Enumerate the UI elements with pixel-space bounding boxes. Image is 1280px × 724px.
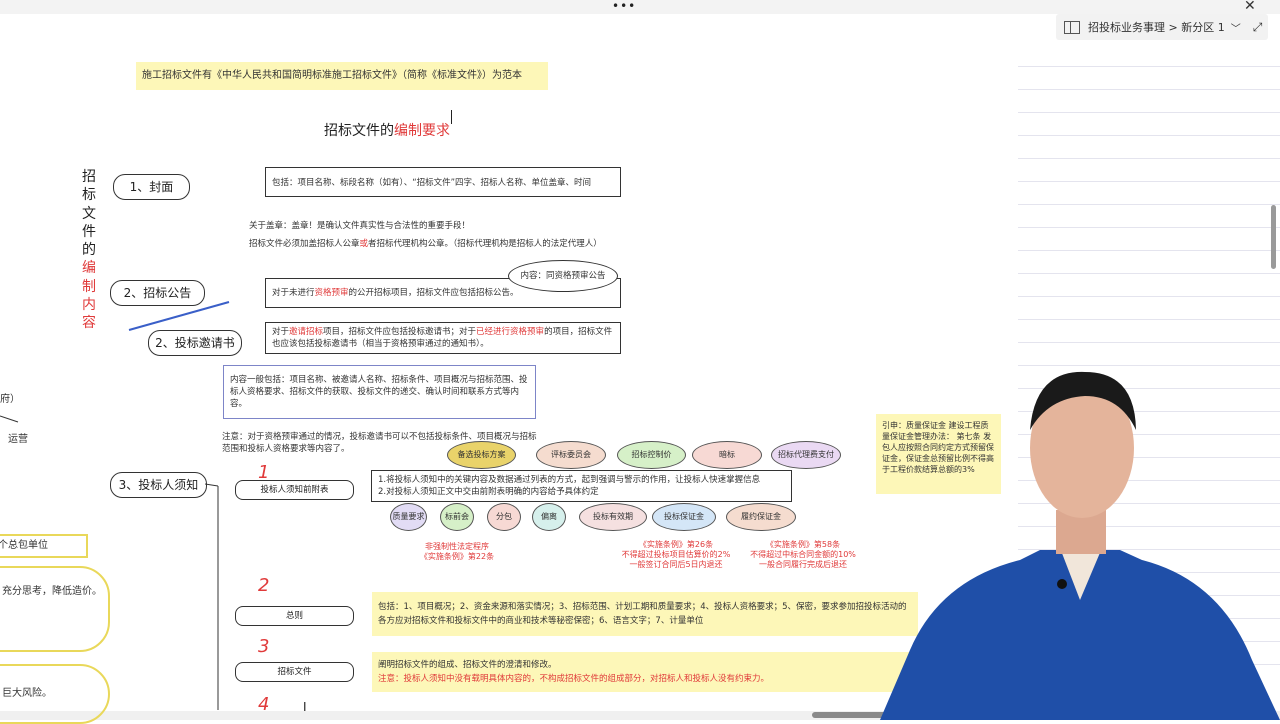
appendix-note-2: 2.对投标人须知正文中交由前附表明确的内容给予具体约定 (378, 487, 599, 497)
docs-note: 注意：投标人须知中没有载明具体内容的，不构成招标文件的组成部分，对招标人和投标人… (378, 674, 770, 684)
docs-content-note[interactable]: 阐明招标文件的组成、招标文件的澄清和修改。 注意：投标人须知中没有载明具体内容的… (372, 652, 918, 692)
caption-line: 《实施条例》第58条 (765, 540, 841, 549)
chip[interactable]: 招标代理费支付 (771, 441, 841, 469)
connector-line (0, 415, 19, 423)
text-cursor (451, 110, 452, 124)
vtitle-char: 文 (82, 205, 96, 222)
invitation-node[interactable]: 2、投标邀请书 (148, 330, 242, 356)
microphone-icon (1057, 579, 1067, 589)
title-red: 编制要求 (394, 123, 450, 139)
vtitle-char: 制 (82, 278, 96, 295)
invitation-red-2: 已经进行资格预审 (476, 327, 545, 337)
general-content-note[interactable]: 包括：1、项目概况；2、资金来源和落实情况；3、招标范围、计划工期和质量要求；4… (372, 592, 918, 636)
cover-note-2b: 者招标代理机构公章。（招标代理机构是招标人的法定代理人） (368, 239, 602, 249)
invitation-b: 项目，招标文件应包括投标邀请书；对于 (323, 327, 477, 337)
chip[interactable]: 投标保证金 (652, 503, 716, 531)
chip[interactable]: 分包 (487, 503, 521, 531)
caption-line: 《实施条例》第26条 (638, 540, 714, 549)
window-title-bar (0, 0, 1280, 14)
caption-line: 非强制性法定程序 (425, 542, 489, 551)
caption-line: 《实施条例》第22条 (419, 552, 495, 561)
instructions-item-general[interactable]: 总则 (235, 606, 354, 626)
cover-note-2a: 招标文件必须加盖招标人公章 (249, 239, 360, 249)
more-options-icon[interactable]: ••• (612, 0, 636, 13)
cover-note-2: 招标文件必须加盖招标人公章或者招标代理机构公章。（招标代理机构是招标人的法定代理… (249, 237, 602, 249)
docs-content: 阐明招标文件的组成、招标文件的澄清和修改。 (378, 660, 557, 670)
chip[interactable]: 投标有效期 (579, 503, 647, 531)
breadcrumb[interactable]: 招投标业务事理 > 新分区 1 ﹀ ⤢ (1056, 14, 1268, 40)
invitation-a: 对于 (272, 327, 290, 337)
cover-note-2-red: 或 (359, 239, 369, 249)
chevron-down-icon[interactable]: ﹀ (1231, 20, 1241, 35)
ink-stroke (128, 301, 230, 331)
caption-bid-bond: 《实施条例》第26条 不得超过投标项目估算价的2% 一般签订合同后5日内退还 (606, 540, 746, 570)
close-icon[interactable]: ✕ (1244, 0, 1256, 14)
invitation-detail-box[interactable]: 内容一般包括：项目名称、被邀请人名称、招标条件、项目概况与招标范围、投标人资格要… (223, 365, 536, 419)
left-fragment: 府） (0, 394, 20, 405)
expand-icon[interactable]: ⤢ (1253, 20, 1263, 35)
chip[interactable]: 暗标 (692, 441, 762, 469)
mouse-cursor-icon: I (303, 700, 307, 714)
left-fragment-box[interactable]: 个总包单位 (0, 534, 88, 558)
cover-node[interactable]: 1、封面 (113, 174, 190, 200)
vtitle-char: 标 (82, 187, 96, 204)
branch-line (205, 483, 219, 487)
instructions-node[interactable]: 3、投标人须知 (110, 472, 207, 498)
title-black: 招标文件的 (324, 123, 394, 139)
announcement-bubble[interactable]: 内容：同资格预审公告 (508, 260, 618, 292)
appendix-note-box[interactable]: 1.将投标人须知中的关键内容及数据通过列表的方式，起到强调与警示的作用，让投标人… (371, 470, 792, 502)
caption-line: 不得超过投标项目估算价的2% (621, 550, 731, 559)
vtitle-char: 编 (82, 260, 96, 277)
chip[interactable]: 招标控制价 (617, 441, 686, 469)
instructions-item-appendix[interactable]: 投标人须知前附表 (235, 480, 354, 500)
vtitle-char: 招 (82, 169, 96, 185)
vtitle-char: 容 (82, 315, 96, 332)
announcement-a: 对于未进行 (272, 288, 315, 298)
instructions-item-docs[interactable]: 招标文件 (235, 662, 354, 682)
vertical-title: 招 标 文 件 的 编 制 内 容 (80, 168, 98, 333)
item-number: 2 (258, 575, 270, 596)
template-note[interactable]: 施工招标文件有《中华人民共和国简明标准施工招标文件》（简称《标准文件》）为范本 (136, 62, 548, 90)
left-fragment: 运营 (8, 434, 28, 445)
caption-line: 一般签订合同后5日内退还 (629, 560, 723, 569)
vertical-scrollbar[interactable] (1271, 205, 1276, 269)
item-number: 4 (258, 694, 270, 715)
left-connector (0, 415, 19, 423)
page-title: 招标文件的编制要求 (324, 120, 450, 140)
vtitle-char: 内 (82, 297, 96, 314)
notebook-icon (1064, 20, 1080, 34)
chip[interactable]: 标前会 (440, 503, 474, 531)
item-number: 3 (258, 636, 270, 657)
presenter-video (880, 371, 1280, 720)
invitation-content-box[interactable]: 对于邀请招标项目，招标文件应包括投标邀请书；对于已经进行资格预审的项目，招标文件… (265, 322, 621, 354)
chip[interactable]: 评标委员会 (536, 441, 606, 469)
announcement-red: 资格预审 (314, 288, 349, 298)
vtitle-char: 的 (82, 242, 96, 259)
caption-line: 不得超过中标合同金额的10% (750, 550, 856, 559)
cover-note-1: 关于盖章：盖章！是确认文件真实性与合法性的重要手段！ (249, 221, 471, 231)
chip[interactable]: 备选投标方案 (447, 441, 516, 469)
caption-performance-bond: 《实施条例》第58条 不得超过中标合同金额的10% 一般合同履行完成后退还 (738, 540, 868, 570)
caption-line: 一般合同履行完成后退还 (759, 560, 847, 569)
ink-line (128, 301, 230, 331)
invitation-red-1: 邀请招标 (289, 327, 324, 337)
chip[interactable]: 质量要求 (390, 503, 427, 531)
left-fragment-box[interactable]: 充分思考，降低造价。 (0, 566, 110, 652)
vtitle-char: 件 (82, 223, 96, 240)
appendix-note-1: 1.将投标人须知中的关键内容及数据通过列表的方式，起到强调与警示的作用，让投标人… (378, 475, 761, 485)
announcement-b: 的公开招标项目，招标文件应包括招标公告。 (348, 288, 519, 298)
caption-pre-bid: 非强制性法定程序 《实施条例》第22条 (412, 542, 502, 562)
chip[interactable]: 偏离 (532, 503, 566, 531)
cover-content-box[interactable]: 包括：项目名称、标段名称（如有）、“招标文件”四字、招标人名称、单位盖章、时间 (265, 167, 621, 197)
chip[interactable]: 履约保证金 (726, 503, 796, 531)
breadcrumb-text[interactable]: 招投标业务事理 > 新分区 1 (1088, 19, 1225, 35)
left-fragment-box[interactable]: 巨大风险。 (0, 664, 110, 724)
